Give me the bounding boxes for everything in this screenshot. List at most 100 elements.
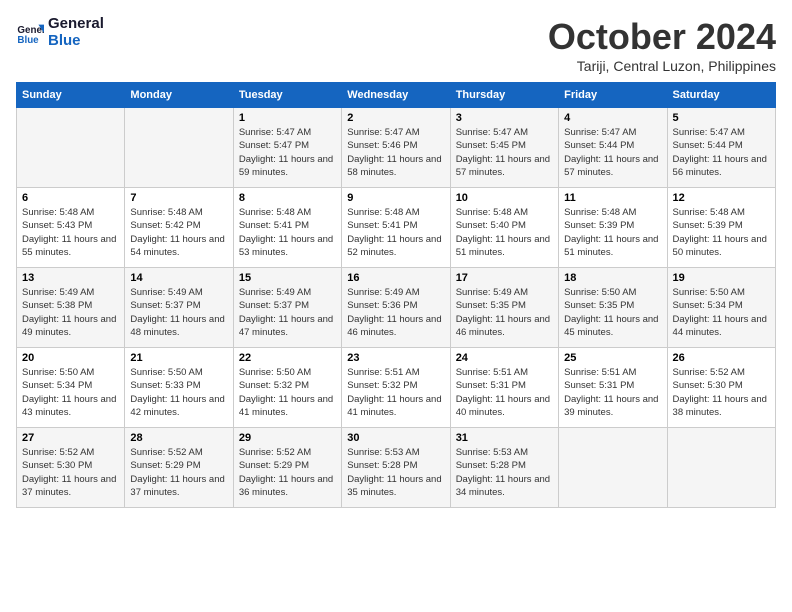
cell-sun-info: Sunrise: 5:52 AM Sunset: 5:29 PM Dayligh… bbox=[130, 446, 227, 499]
calendar-cell: 31Sunrise: 5:53 AM Sunset: 5:28 PM Dayli… bbox=[450, 428, 558, 508]
logo-text-blue: Blue bbox=[48, 33, 104, 50]
calendar-cell: 7Sunrise: 5:48 AM Sunset: 5:42 PM Daylig… bbox=[125, 188, 233, 268]
calendar-cell: 22Sunrise: 5:50 AM Sunset: 5:32 PM Dayli… bbox=[233, 348, 341, 428]
cell-sun-info: Sunrise: 5:53 AM Sunset: 5:28 PM Dayligh… bbox=[347, 446, 444, 499]
cell-sun-info: Sunrise: 5:47 AM Sunset: 5:47 PM Dayligh… bbox=[239, 126, 336, 179]
calendar-week-row: 20 Sunrise: 5:50 AM Sunset: 5:34 PM Dayli… bbox=[17, 348, 776, 428]
day-number: 29 bbox=[239, 432, 336, 444]
cell-sun-info: Sunrise: 5:49 AM Sunset: 5:37 PM Dayligh… bbox=[239, 286, 336, 339]
day-number: 13 bbox=[22, 272, 119, 284]
day-number: 20 bbox=[22, 352, 119, 364]
cell-sun-info: Sunrise: 5:52 AM Sunset: 5:30 PM Dayligh… bbox=[673, 366, 770, 419]
day-number: 12 bbox=[673, 192, 770, 204]
month-title: October 2024 bbox=[548, 16, 776, 58]
day-number: 15 bbox=[239, 272, 336, 284]
calendar-cell: 12 Sunrise: 5:48 AM Sunset: 5:39 PM Dayli… bbox=[667, 188, 775, 268]
cell-sun-info: Sunrise: 5:52 AM Sunset: 5:29 PM Dayligh… bbox=[239, 446, 336, 499]
day-number: 14 bbox=[130, 272, 227, 284]
calendar-cell: 27 Sunrise: 5:52 AM Sunset: 5:30 PM Dayli… bbox=[17, 428, 125, 508]
day-number: 8 bbox=[239, 192, 336, 204]
calendar-week-row: 1 Sunrise: 5:47 AM Sunset: 5:47 PM Daylig… bbox=[17, 108, 776, 188]
cell-sun-info: Sunrise: 5:49 AM Sunset: 5:37 PM Dayligh… bbox=[130, 286, 227, 339]
cell-sun-info: Sunrise: 5:48 AM Sunset: 5:43 PM Dayligh… bbox=[22, 206, 119, 259]
cell-sun-info: Sunrise: 5:51 AM Sunset: 5:32 PM Dayligh… bbox=[347, 366, 444, 419]
calendar-cell: 29 Sunrise: 5:52 AM Sunset: 5:29 PM Dayli… bbox=[233, 428, 341, 508]
cell-sun-info: Sunrise: 5:52 AM Sunset: 5:30 PM Dayligh… bbox=[22, 446, 119, 499]
calendar-cell: 19 Sunrise: 5:50 AM Sunset: 5:34 PM Dayli… bbox=[667, 268, 775, 348]
calendar-cell bbox=[667, 428, 775, 508]
cell-sun-info: Sunrise: 5:50 AM Sunset: 5:34 PM Dayligh… bbox=[673, 286, 770, 339]
cell-sun-info: Sunrise: 5:48 AM Sunset: 5:39 PM Dayligh… bbox=[564, 206, 661, 259]
day-number: 28 bbox=[130, 432, 227, 444]
day-number: 30 bbox=[347, 432, 444, 444]
col-header-monday: Monday bbox=[125, 83, 233, 108]
day-number: 27 bbox=[22, 432, 119, 444]
calendar-week-row: 13 Sunrise: 5:49 AM Sunset: 5:38 PM Dayli… bbox=[17, 268, 776, 348]
cell-sun-info: Sunrise: 5:50 AM Sunset: 5:34 PM Dayligh… bbox=[22, 366, 119, 419]
cell-sun-info: Sunrise: 5:48 AM Sunset: 5:39 PM Dayligh… bbox=[673, 206, 770, 259]
day-number: 10 bbox=[456, 192, 553, 204]
calendar-cell: 15 Sunrise: 5:49 AM Sunset: 5:37 PM Dayli… bbox=[233, 268, 341, 348]
calendar-cell: 14 Sunrise: 5:49 AM Sunset: 5:37 PM Dayli… bbox=[125, 268, 233, 348]
calendar-cell: 20 Sunrise: 5:50 AM Sunset: 5:34 PM Dayli… bbox=[17, 348, 125, 428]
day-number: 6 bbox=[22, 192, 119, 204]
day-number: 2 bbox=[347, 112, 444, 124]
cell-sun-info: Sunrise: 5:47 AM Sunset: 5:45 PM Dayligh… bbox=[456, 126, 553, 179]
cell-sun-info: Sunrise: 5:51 AM Sunset: 5:31 PM Dayligh… bbox=[564, 366, 661, 419]
col-header-thursday: Thursday bbox=[450, 83, 558, 108]
calendar-cell: 24Sunrise: 5:51 AM Sunset: 5:31 PM Dayli… bbox=[450, 348, 558, 428]
calendar-cell bbox=[125, 108, 233, 188]
day-number: 4 bbox=[564, 112, 661, 124]
calendar-week-row: 6 Sunrise: 5:48 AM Sunset: 5:43 PM Daylig… bbox=[17, 188, 776, 268]
calendar-cell: 6 Sunrise: 5:48 AM Sunset: 5:43 PM Daylig… bbox=[17, 188, 125, 268]
calendar-cell: 26Sunrise: 5:52 AM Sunset: 5:30 PM Dayli… bbox=[667, 348, 775, 428]
location: Tariji, Central Luzon, Philippines bbox=[548, 58, 776, 74]
calendar-table: SundayMondayTuesdayWednesdayThursdayFrid… bbox=[16, 82, 776, 508]
day-number: 3 bbox=[456, 112, 553, 124]
cell-sun-info: Sunrise: 5:49 AM Sunset: 5:35 PM Dayligh… bbox=[456, 286, 553, 339]
title-block: October 2024 Tariji, Central Luzon, Phil… bbox=[548, 16, 776, 74]
calendar-cell: 1 Sunrise: 5:47 AM Sunset: 5:47 PM Daylig… bbox=[233, 108, 341, 188]
calendar-cell: 9Sunrise: 5:48 AM Sunset: 5:41 PM Daylig… bbox=[342, 188, 450, 268]
calendar-cell: 2 Sunrise: 5:47 AM Sunset: 5:46 PM Daylig… bbox=[342, 108, 450, 188]
cell-sun-info: Sunrise: 5:47 AM Sunset: 5:46 PM Dayligh… bbox=[347, 126, 444, 179]
calendar-cell: 30 Sunrise: 5:53 AM Sunset: 5:28 PM Dayli… bbox=[342, 428, 450, 508]
col-header-friday: Friday bbox=[559, 83, 667, 108]
calendar-cell: 4 Sunrise: 5:47 AM Sunset: 5:44 PM Daylig… bbox=[559, 108, 667, 188]
calendar-cell: 21Sunrise: 5:50 AM Sunset: 5:33 PM Dayli… bbox=[125, 348, 233, 428]
calendar-cell: 5 Sunrise: 5:47 AM Sunset: 5:44 PM Daylig… bbox=[667, 108, 775, 188]
cell-sun-info: Sunrise: 5:47 AM Sunset: 5:44 PM Dayligh… bbox=[673, 126, 770, 179]
col-header-saturday: Saturday bbox=[667, 83, 775, 108]
cell-sun-info: Sunrise: 5:48 AM Sunset: 5:42 PM Dayligh… bbox=[130, 206, 227, 259]
cell-sun-info: Sunrise: 5:48 AM Sunset: 5:40 PM Dayligh… bbox=[456, 206, 553, 259]
page-header: General Blue General Blue October 2024 T… bbox=[16, 16, 776, 74]
calendar-header-row: SundayMondayTuesdayWednesdayThursdayFrid… bbox=[17, 83, 776, 108]
cell-sun-info: Sunrise: 5:50 AM Sunset: 5:33 PM Dayligh… bbox=[130, 366, 227, 419]
calendar-cell: 18 Sunrise: 5:50 AM Sunset: 5:35 PM Dayli… bbox=[559, 268, 667, 348]
day-number: 25 bbox=[564, 352, 661, 364]
calendar-cell: 3 Sunrise: 5:47 AM Sunset: 5:45 PM Daylig… bbox=[450, 108, 558, 188]
cell-sun-info: Sunrise: 5:47 AM Sunset: 5:44 PM Dayligh… bbox=[564, 126, 661, 179]
calendar-cell: 10 Sunrise: 5:48 AM Sunset: 5:40 PM Dayli… bbox=[450, 188, 558, 268]
calendar-cell: 8 Sunrise: 5:48 AM Sunset: 5:41 PM Daylig… bbox=[233, 188, 341, 268]
cell-sun-info: Sunrise: 5:48 AM Sunset: 5:41 PM Dayligh… bbox=[347, 206, 444, 259]
day-number: 17 bbox=[456, 272, 553, 284]
day-number: 31 bbox=[456, 432, 553, 444]
cell-sun-info: Sunrise: 5:49 AM Sunset: 5:38 PM Dayligh… bbox=[22, 286, 119, 339]
day-number: 1 bbox=[239, 112, 336, 124]
cell-sun-info: Sunrise: 5:48 AM Sunset: 5:41 PM Dayligh… bbox=[239, 206, 336, 259]
day-number: 22 bbox=[239, 352, 336, 364]
svg-text:Blue: Blue bbox=[17, 34, 39, 45]
calendar-week-row: 27 Sunrise: 5:52 AM Sunset: 5:30 PM Dayli… bbox=[17, 428, 776, 508]
day-number: 16 bbox=[347, 272, 444, 284]
col-header-tuesday: Tuesday bbox=[233, 83, 341, 108]
day-number: 18 bbox=[564, 272, 661, 284]
calendar-cell bbox=[17, 108, 125, 188]
day-number: 19 bbox=[673, 272, 770, 284]
cell-sun-info: Sunrise: 5:50 AM Sunset: 5:35 PM Dayligh… bbox=[564, 286, 661, 339]
cell-sun-info: Sunrise: 5:51 AM Sunset: 5:31 PM Dayligh… bbox=[456, 366, 553, 419]
calendar-cell: 11Sunrise: 5:48 AM Sunset: 5:39 PM Dayli… bbox=[559, 188, 667, 268]
day-number: 5 bbox=[673, 112, 770, 124]
calendar-cell bbox=[559, 428, 667, 508]
day-number: 23 bbox=[347, 352, 444, 364]
